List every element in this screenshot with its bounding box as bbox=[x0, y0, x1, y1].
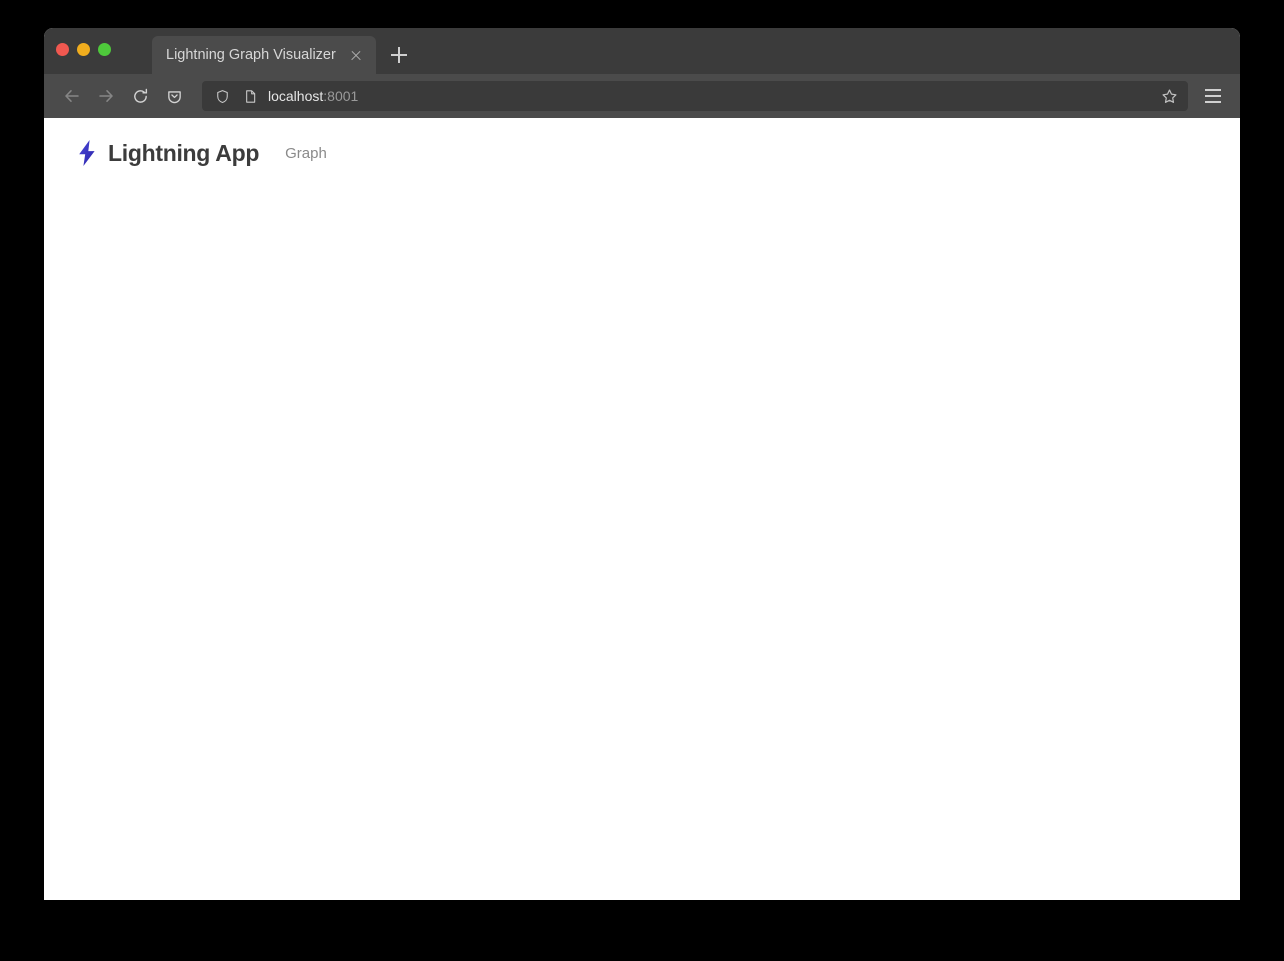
window-controls bbox=[56, 43, 111, 56]
app-main-content bbox=[44, 168, 1240, 900]
app-nav: Graph bbox=[285, 145, 327, 162]
browser-tab-active[interactable]: Lightning Graph Visualizer bbox=[152, 36, 376, 74]
hamburger-line bbox=[1205, 95, 1221, 97]
url-bar[interactable]: localhost:8001 bbox=[202, 81, 1188, 111]
new-tab-plus-icon[interactable] bbox=[382, 38, 416, 72]
app-brand-name: Lightning App bbox=[108, 139, 260, 166]
browser-tab-title: Lightning Graph Visualizer bbox=[166, 47, 336, 63]
page-viewport: Lightning App Graph bbox=[44, 118, 1240, 900]
lightning-bolt-icon bbox=[74, 138, 100, 168]
browser-title-bar: Lightning Graph Visualizer bbox=[44, 28, 1240, 74]
nav-link-graph[interactable]: Graph bbox=[285, 145, 327, 162]
window-close-button[interactable] bbox=[56, 43, 69, 56]
tab-strip: Lightning Graph Visualizer bbox=[152, 36, 416, 74]
window-maximize-button[interactable] bbox=[98, 43, 111, 56]
url-text[interactable]: localhost:8001 bbox=[268, 88, 1148, 104]
url-port: :8001 bbox=[323, 88, 359, 104]
window-minimize-button[interactable] bbox=[77, 43, 90, 56]
arrow-right-icon[interactable] bbox=[90, 81, 122, 111]
hamburger-menu-icon[interactable] bbox=[1198, 81, 1228, 111]
star-icon[interactable] bbox=[1156, 83, 1182, 109]
arrow-left-icon[interactable] bbox=[56, 81, 88, 111]
hamburger-line bbox=[1205, 89, 1221, 92]
page-icon[interactable] bbox=[240, 86, 260, 106]
pocket-icon[interactable] bbox=[158, 81, 190, 111]
url-host: localhost bbox=[268, 88, 324, 104]
hamburger-line bbox=[1205, 100, 1221, 103]
app-header: Lightning App Graph bbox=[44, 118, 1240, 168]
browser-nav-toolbar: localhost:8001 bbox=[44, 74, 1240, 118]
close-icon[interactable] bbox=[346, 45, 366, 65]
shield-icon[interactable] bbox=[212, 86, 232, 106]
reload-icon[interactable] bbox=[124, 81, 156, 111]
browser-window: Lightning Graph Visualizer localhost:800… bbox=[44, 28, 1240, 900]
